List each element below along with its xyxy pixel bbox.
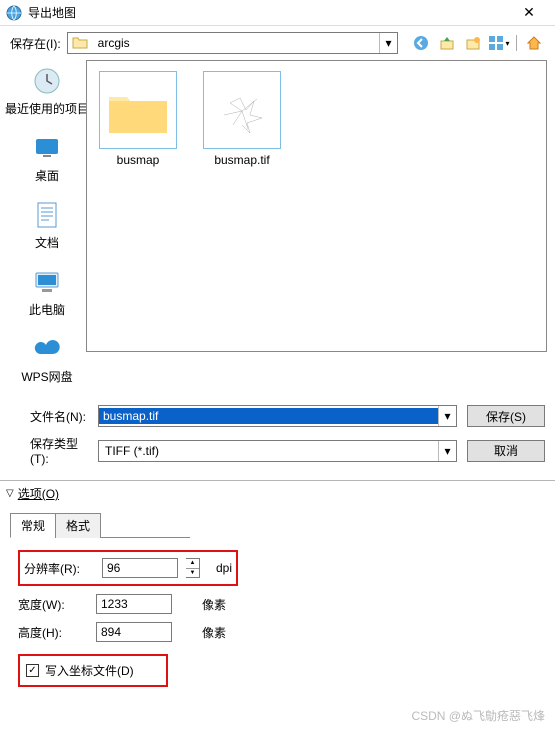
folder-icon [72, 35, 88, 52]
window-title: 导出地图 [28, 4, 509, 21]
resolution-spinner[interactable]: ▲▼ [186, 558, 200, 578]
view-menu-icon[interactable]: ▾ [488, 32, 510, 54]
filetype-combo[interactable]: TIFF (*.tif) ▾ [98, 440, 457, 462]
filename-field[interactable]: busmap.tif ▾ [98, 405, 457, 427]
close-button[interactable]: ✕ [509, 4, 549, 21]
height-input[interactable]: 894 [96, 622, 172, 642]
place-recent[interactable]: 最近使用的项目 [5, 64, 89, 117]
resolution-label: 分辨率(R): [24, 560, 94, 577]
cancel-button[interactable]: 取消 [467, 440, 545, 462]
file-list[interactable]: busmap busmap.tif [86, 60, 547, 352]
filename-label: 文件名(N): [10, 408, 88, 425]
this-pc-icon [30, 265, 64, 299]
resolution-input[interactable]: 96 [102, 558, 178, 578]
recent-icon [30, 64, 64, 98]
wps-icon [30, 332, 64, 366]
desktop-icon [30, 131, 64, 165]
place-wps[interactable]: WPS网盘 [21, 332, 72, 385]
filetype-label: 保存类型(T): [10, 435, 88, 466]
tab-general[interactable]: 常规 [10, 513, 56, 538]
width-label: 宽度(W): [18, 596, 88, 613]
place-desktop[interactable]: 桌面 [30, 131, 64, 184]
chevron-down-icon[interactable]: ▾ [379, 33, 397, 53]
file-item-image[interactable]: busmap.tif [199, 71, 285, 167]
app-icon [6, 5, 22, 21]
chevron-down-icon[interactable]: ▾ [438, 406, 456, 426]
place-this-pc[interactable]: 此电脑 [29, 265, 65, 318]
height-label: 高度(H): [18, 624, 88, 641]
save-in-label: 保存在(I): [10, 35, 61, 52]
save-button[interactable]: 保存(S) [467, 405, 545, 427]
back-icon[interactable] [410, 32, 432, 54]
image-thumb [203, 71, 281, 149]
folder-icon [99, 71, 177, 149]
tab-bar: 常规 格式 [10, 512, 190, 538]
chevron-down-icon[interactable]: ▾ [438, 441, 456, 461]
write-world-checkbox[interactable]: ✓ 写入坐标文件(D) [24, 658, 136, 683]
options-toggle[interactable]: ▽ 选项(O) [0, 481, 555, 506]
new-folder-icon[interactable] [462, 32, 484, 54]
save-in-combo[interactable]: arcgis ▾ [67, 32, 398, 54]
place-documents[interactable]: 文档 [30, 198, 64, 251]
collapse-icon: ▽ [6, 488, 14, 499]
checkbox-icon: ✓ [26, 664, 39, 677]
width-input[interactable]: 1233 [96, 594, 172, 614]
places-bar: 最近使用的项目 桌面 文档 此电脑 WPS网盘 [8, 60, 86, 399]
watermark: CSDN @ぬ飞鳨疮惡飞烽 [411, 707, 545, 724]
documents-icon [30, 198, 64, 232]
tab-format[interactable]: 格式 [55, 513, 101, 538]
home-icon[interactable] [523, 32, 545, 54]
file-item-folder[interactable]: busmap [95, 71, 181, 167]
up-icon[interactable] [436, 32, 458, 54]
